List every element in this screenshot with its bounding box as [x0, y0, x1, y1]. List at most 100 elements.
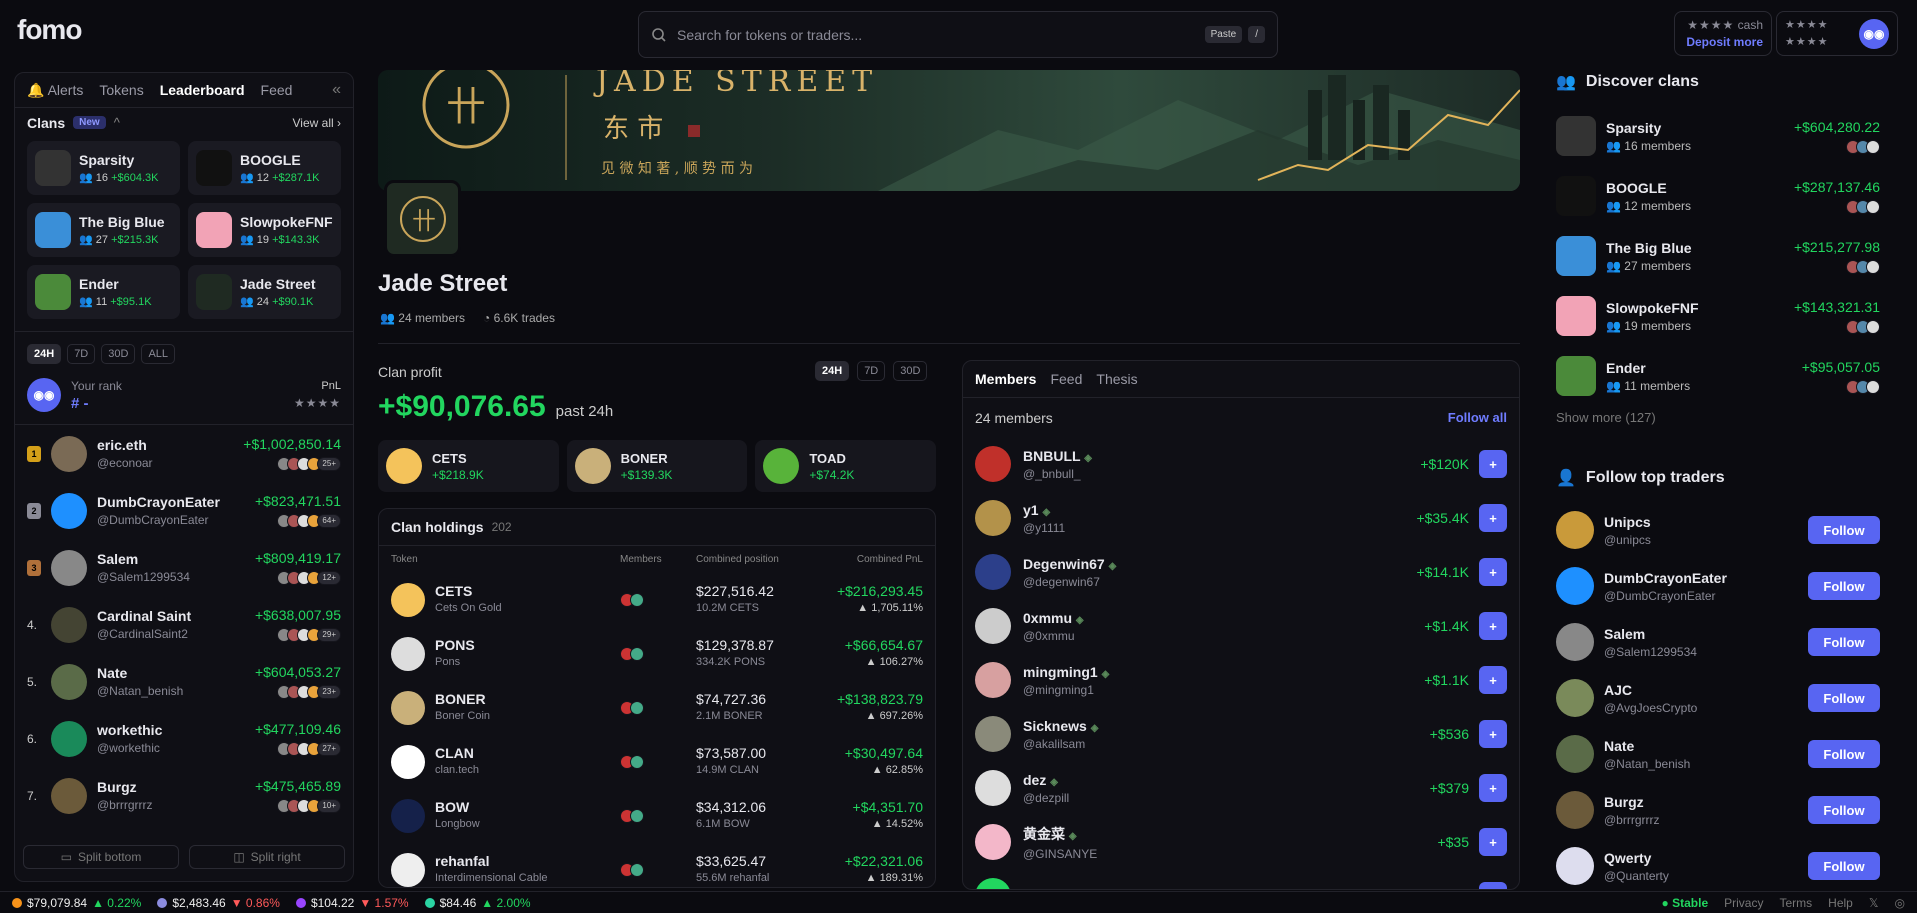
clan-card[interactable]: BOOGLE 👥 12 +$287.1K [188, 141, 341, 195]
follow-member-button[interactable]: + [1479, 882, 1507, 889]
follow-member-button[interactable]: + [1479, 558, 1507, 586]
top-trader-row[interactable]: Nate @Natan_benish Follow [1556, 726, 1880, 782]
leaderboard-row[interactable]: 4. Cardinal Saint @CardinalSaint2 +$638,0… [15, 596, 353, 653]
paste-button[interactable]: Paste [1204, 26, 1243, 43]
ticker-item[interactable]: $79,079.84 ▲ 0.22% [12, 896, 141, 910]
top-trader-row[interactable]: Qwerty @Quanterty Follow [1556, 838, 1880, 894]
member-row[interactable]: mingming1 ◈ @mingming1 +$1.1K + [963, 653, 1519, 707]
top-trader-row[interactable]: DumbCrayonEater @DumbCrayonEater Follow [1556, 558, 1880, 614]
cash-box[interactable]: ★★★★ cash Deposit more [1674, 11, 1772, 56]
ticker-item[interactable]: $104.22 ▼ 1.57% [295, 896, 409, 910]
clan-card[interactable]: Jade Street 👥 24 +$90.1K [188, 265, 341, 319]
tab-thesis[interactable]: Thesis [1096, 371, 1137, 387]
search-bar[interactable]: Search for tokens or traders... Paste / [638, 11, 1278, 58]
privacy-link[interactable]: Privacy [1724, 896, 1763, 910]
leaderboard-row[interactable]: 3 Salem @Salem1299534 +$809,419.17 12+ [15, 539, 353, 596]
follow-button[interactable]: Follow [1808, 684, 1880, 712]
leaderboard-row[interactable]: 1 eric.eth @econoar +$1,002,850.14 25+ [15, 425, 353, 482]
member-row[interactable]: Sicknews ◈ @akalilsam +$536 + [963, 707, 1519, 761]
discover-clan-row[interactable]: SlowpokeFNF 👥 19 members +$143,321.31 [1556, 286, 1880, 346]
follow-button[interactable]: Follow [1808, 572, 1880, 600]
follow-button[interactable]: Follow [1808, 852, 1880, 880]
ticker-item[interactable]: $2,483.46 ▼ 0.86% [157, 896, 280, 910]
holding-row[interactable]: BOW Longbow $34,312.06 6.1M BOW +$4,351.70… [379, 789, 935, 843]
discord-icon[interactable]: ◎ [1895, 896, 1905, 910]
clan-card[interactable]: Ender 👥 11 +$95.1K [27, 265, 180, 319]
ticker-item[interactable]: $84.46 ▲ 2.00% [424, 896, 531, 910]
follow-member-button[interactable]: + [1479, 828, 1507, 856]
col-position[interactable]: Combined position [696, 554, 779, 565]
top-trader-row[interactable]: Unipcs @unipcs Follow [1556, 502, 1880, 558]
clan-card[interactable]: The Big Blue 👥 27 +$215.3K [27, 203, 180, 257]
follow-all-button[interactable]: Follow all [1448, 410, 1507, 425]
follow-member-button[interactable]: + [1479, 612, 1507, 640]
leaderboard-row[interactable]: 2 DumbCrayonEater @DumbCrayonEater +$823,… [15, 482, 353, 539]
holding-row[interactable]: BONER Boner Coin $74,727.36 2.1M BONER +$1… [379, 681, 935, 735]
profit-timeframe-7d[interactable]: 7D [857, 361, 886, 381]
split-bottom-button[interactable]: ▭ Split bottom [23, 845, 179, 869]
timeframe-7d[interactable]: 7D [67, 344, 96, 364]
col-pnl[interactable]: Combined PnL [857, 554, 923, 565]
member-row[interactable]: BNBULL ◈ @_bnbull_ +$120K + [963, 437, 1519, 491]
chevron-up-icon[interactable]: ^ [114, 115, 120, 130]
timeframe-24h[interactable]: 24H [27, 344, 62, 364]
discover-clan-row[interactable]: BOOGLE 👥 12 members +$287,137.46 [1556, 166, 1880, 226]
terms-link[interactable]: Terms [1779, 896, 1812, 910]
top-trader-row[interactable]: AJC @AvgJoesCrypto Follow [1556, 670, 1880, 726]
member-row[interactable]: Degenwin67 ◈ @degenwin67 +$14.1K + [963, 545, 1519, 599]
follow-member-button[interactable]: + [1479, 720, 1507, 748]
tab-feed[interactable]: Feed [1050, 371, 1082, 387]
help-link[interactable]: Help [1828, 896, 1853, 910]
follow-button[interactable]: Follow [1808, 628, 1880, 656]
discover-clan-row[interactable]: The Big Blue 👥 27 members +$215,277.98 [1556, 226, 1880, 286]
top-token-card[interactable]: TOAD +$74.2K [755, 440, 937, 492]
member-row[interactable]: y1 ◈ @y1111 +$35.4K + [963, 491, 1519, 545]
member-row[interactable]: 黄金菜 ◈ @GINSANYE +$35 + [963, 815, 1519, 869]
col-members[interactable]: Members [620, 554, 662, 565]
tab-feed[interactable]: Feed [261, 82, 293, 98]
leaderboard-row[interactable]: 6. workethic @workethic +$477,109.46 27+ [15, 710, 353, 767]
view-all-link[interactable]: View all › [293, 116, 341, 130]
follow-member-button[interactable]: + [1479, 666, 1507, 694]
holding-row[interactable]: CETS Cets On Gold $227,516.42 10.2M CETS +… [379, 573, 935, 627]
follow-button[interactable]: Follow [1808, 740, 1880, 768]
clan-card[interactable]: Sparsity 👥 16 +$604.3K [27, 141, 180, 195]
clan-card[interactable]: SlowpokeFNF 👥 19 +$143.3K [188, 203, 341, 257]
top-token-card[interactable]: BONER +$139.3K [566, 440, 748, 492]
deposit-link[interactable]: Deposit more [1683, 35, 1763, 49]
follow-button[interactable]: Follow [1808, 516, 1880, 544]
balance-box[interactable]: ★★★★ ★★★★ ◉◉ [1776, 11, 1898, 56]
leaderboard-row[interactable]: 7. Burgz @brrrgrrrz +$475,465.89 10+ [15, 767, 353, 824]
x-icon[interactable]: 𝕏 [1869, 896, 1879, 910]
show-more-link[interactable]: Show more (127) [1556, 410, 1656, 425]
follow-member-button[interactable]: + [1479, 774, 1507, 802]
split-right-button[interactable]: ◫ Split right [189, 845, 345, 869]
timeframe-30d[interactable]: 30D [101, 344, 136, 364]
follow-member-button[interactable]: + [1479, 450, 1507, 478]
discover-clan-row[interactable]: Ender 👥 11 members +$95,057.05 [1556, 346, 1880, 406]
discover-clan-row[interactable]: Sparsity 👥 16 members +$604,280.22 [1556, 106, 1880, 166]
holding-row[interactable]: PONS Pons $129,378.87 334.2K PONS +$66,654… [379, 627, 935, 681]
tab-alerts[interactable]: 🔔 Alerts [27, 82, 83, 99]
holding-row[interactable]: CLAN clan.tech $73,587.00 14.9M CLAN +$30,… [379, 735, 935, 789]
collapse-icon[interactable]: « [332, 81, 341, 99]
member-row[interactable]: 442F ◈ + [963, 869, 1519, 889]
tab-tokens[interactable]: Tokens [99, 82, 143, 98]
tab-leaderboard[interactable]: Leaderboard [160, 82, 245, 98]
col-token[interactable]: Token [391, 554, 418, 565]
timeframe-all[interactable]: ALL [141, 344, 176, 364]
profit-timeframe-30d[interactable]: 30D [893, 361, 928, 381]
profit-timeframe-24h[interactable]: 24H [815, 361, 850, 381]
follow-button[interactable]: Follow [1808, 796, 1880, 824]
logo[interactable]: fomo [17, 14, 82, 46]
top-token-card[interactable]: CETS +$218.9K [378, 440, 559, 492]
top-trader-row[interactable]: Burgz @brrrgrrrz Follow [1556, 782, 1880, 838]
follow-member-button[interactable]: + [1479, 504, 1507, 532]
holding-row[interactable]: rehanfal Interdimensional Cable $33,625.4… [379, 843, 935, 887]
member-row[interactable]: dez ◈ @dezpill +$379 + [963, 761, 1519, 815]
search-input[interactable]: Search for tokens or traders... [677, 27, 1205, 43]
leaderboard-row[interactable]: 5. Nate @Natan_benish +$604,053.27 23+ [15, 653, 353, 710]
tab-members[interactable]: Members [975, 371, 1036, 387]
profile-avatar[interactable]: ◉◉ [1859, 19, 1889, 49]
top-trader-row[interactable]: Salem @Salem1299534 Follow [1556, 614, 1880, 670]
